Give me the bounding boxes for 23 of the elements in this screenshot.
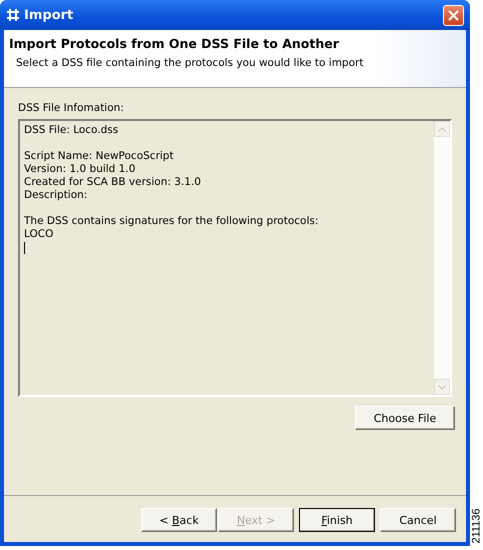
info-line: Description: xyxy=(24,189,88,202)
info-text-area[interactable]: DSS File: Loco.dss Script Name: NewPocoScript Version: 1.0 build 1.0 Created for SCA BB version: 3.1.0 Description: The DSS contains signatures for the following protocols: LOCO xyxy=(18,119,452,397)
scroll-up-icon[interactable] xyxy=(434,121,450,137)
wizard-button[interactable]: < Back xyxy=(141,508,217,532)
close-icon[interactable] xyxy=(448,10,459,20)
info-label: DSS File Infomation: xyxy=(18,102,125,114)
info-line: Version: 1.0 build 1.0 xyxy=(24,163,136,176)
app-icon xyxy=(6,8,20,22)
info-line: Created for SCA BB version: 3.1.0 xyxy=(24,176,202,189)
choose-file-button[interactable]: Choose File xyxy=(355,406,455,430)
info-line: Script Name: NewPocoScript xyxy=(24,150,175,163)
scrollbar[interactable] xyxy=(434,121,450,395)
wizard-button[interactable]: Cancel xyxy=(380,508,456,532)
window-title: Import xyxy=(24,8,74,22)
info-line: The DSS contains signatures for the following protocols: xyxy=(24,215,320,228)
wizard-button[interactable]: Finish xyxy=(299,508,375,532)
figure-number: 211136 xyxy=(470,508,482,544)
page-description: Select a DSS file containing the protocols you would like to import xyxy=(15,57,364,69)
close-button[interactable] xyxy=(443,4,464,26)
scroll-down-icon[interactable] xyxy=(434,379,450,395)
page-title: Import Protocols from One DSS File to Another xyxy=(9,36,340,51)
info-line: DSS File: Loco.dss xyxy=(24,124,120,137)
info-line: LOCO xyxy=(24,228,54,241)
